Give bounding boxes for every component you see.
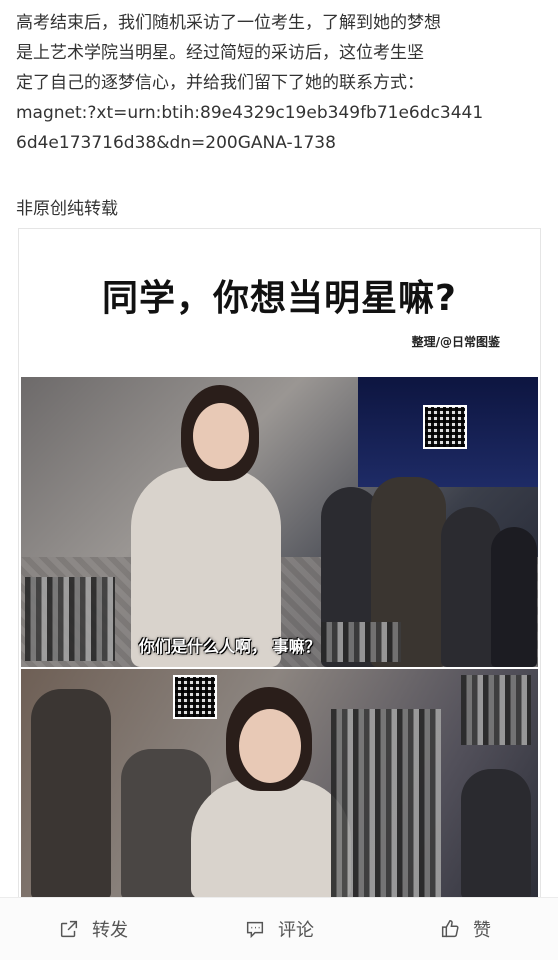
image-credit: 整理/@日常图鉴 <box>411 335 500 349</box>
like-label: 赞 <box>473 920 491 941</box>
comment-label: 评论 <box>278 920 314 941</box>
street-photo-top: 你们是什么人啊， 事嘛？ <box>21 377 538 667</box>
post-image[interactable]: 同学，你想当明星嘛? 整理/@日常图鉴 你们是什么人啊， 事嘛？ <box>18 228 541 900</box>
passerby <box>461 769 531 899</box>
mosaic-blur <box>331 709 441 899</box>
street-photo-bottom <box>21 669 538 899</box>
share-button[interactable]: 转发 <box>0 898 186 960</box>
passerby <box>31 689 111 899</box>
magnet-link-line: 6d4e173716d38&dn=200GANA-1738 <box>16 133 336 153</box>
action-bar: 转发 评论 赞 <box>0 897 558 960</box>
image-headline: 同学，你想当明星嘛? <box>102 278 457 319</box>
share-label: 转发 <box>92 920 128 941</box>
post-body: 高考结束后，我们随机采访了一位考生，了解到她的梦想 是上艺术学院当明星。经过简短… <box>16 8 542 158</box>
like-button[interactable]: 赞 <box>372 898 558 960</box>
passerby <box>491 527 537 667</box>
interviewee-face <box>239 709 301 783</box>
qr-code <box>423 405 467 449</box>
video-subtitle: 你们是什么人啊， 事嘛？ <box>139 637 321 656</box>
interviewee-face <box>193 403 249 469</box>
mosaic-blur <box>461 675 531 745</box>
comment-icon <box>246 921 264 939</box>
interviewee <box>191 779 351 899</box>
source-note: 非原创纯转载 <box>16 199 118 219</box>
qr-code <box>173 675 217 719</box>
mosaic-blur <box>25 577 115 661</box>
thumbs-up-icon <box>441 920 459 938</box>
post-text-line: 是上艺术学院当明星。经过简短的采访后，这位考生坚 <box>16 43 424 63</box>
mosaic-blur <box>321 622 401 662</box>
post-text-line: 高考结束后，我们随机采访了一位考生，了解到她的梦想 <box>16 13 441 33</box>
magnet-link-line: magnet:?xt=urn:btih:89e4329c19eb349fb71e… <box>16 103 484 123</box>
comment-button[interactable]: 评论 <box>186 898 372 960</box>
share-icon <box>60 920 78 938</box>
post-text-line: 定了自己的逐梦信心，并给我们留下了她的联系方式： <box>16 73 424 93</box>
